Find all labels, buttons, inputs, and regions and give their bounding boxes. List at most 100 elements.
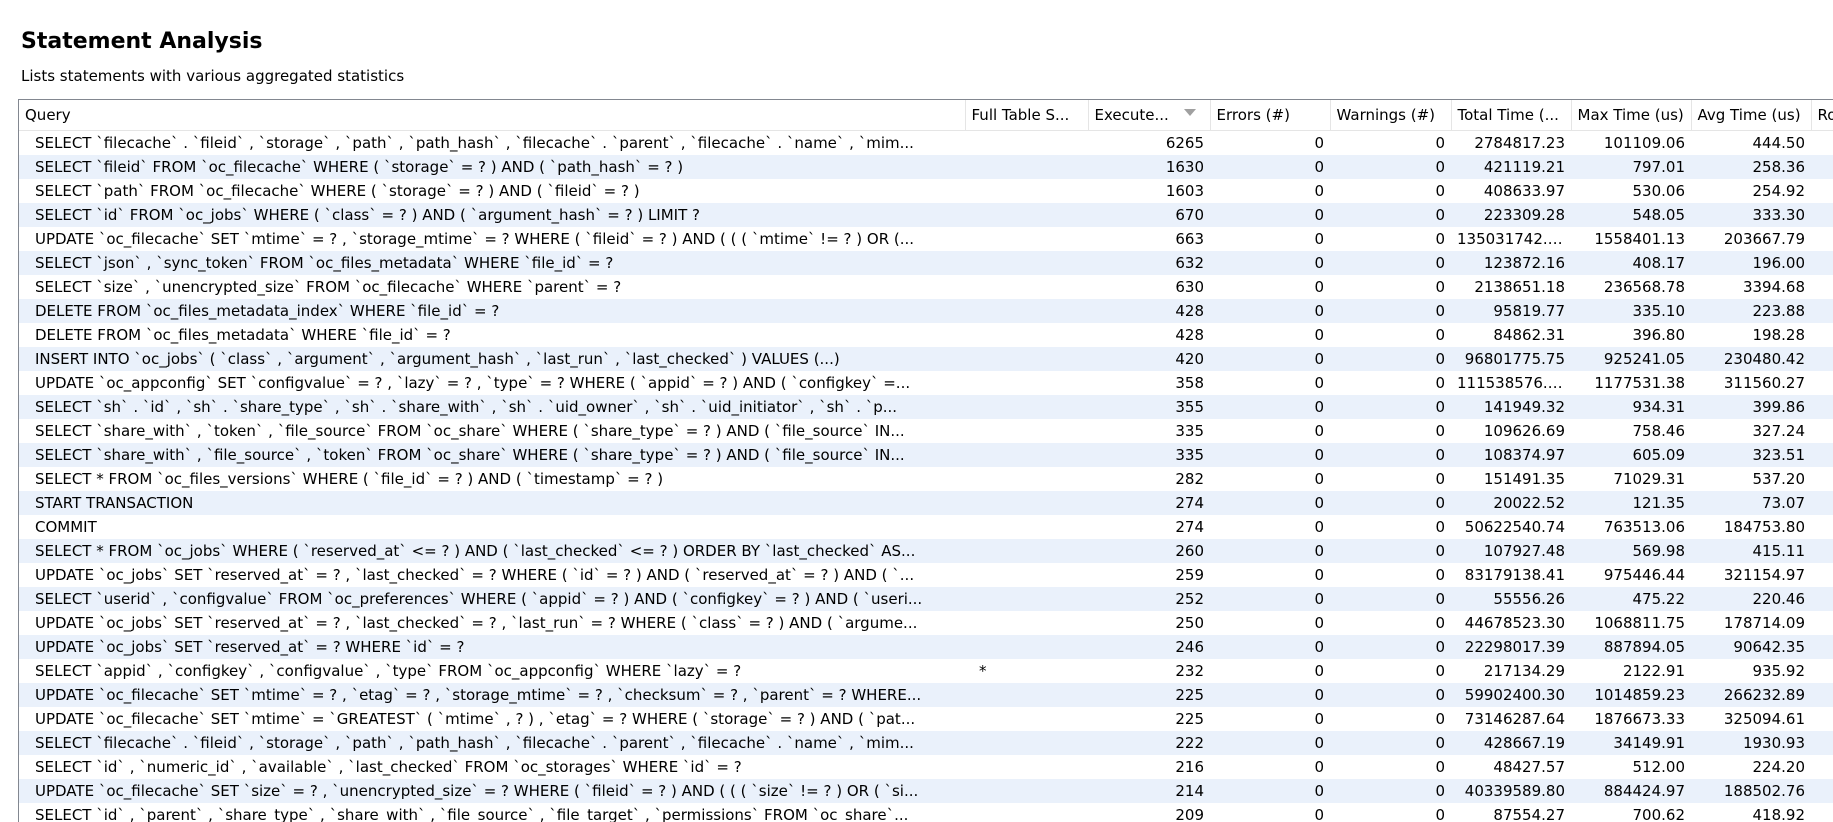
table-row[interactable]: UPDATE `oc_filecache` SET `mtime` = `GRE… (19, 706, 1833, 731)
cell-max-time: 121.35 (1632, 493, 1686, 512)
cell-avg-time: 90642.35 (1733, 637, 1805, 656)
cell-full-table-scan (965, 275, 1088, 299)
cell-avg-time: 203667.79 (1723, 229, 1805, 248)
cell-warnings: 0 (1435, 277, 1445, 296)
cell-errors: 0 (1314, 229, 1324, 248)
column-header-warnings[interactable]: Warnings (#) (1330, 100, 1452, 131)
cell-warnings: 0 (1435, 397, 1445, 416)
column-header-rows[interactable]: Ro (1811, 100, 1833, 131)
cell-executed: 225 (1175, 709, 1204, 728)
column-header-errors[interactable]: Errors (#) (1210, 100, 1331, 131)
table-row[interactable]: SELECT * FROM `oc_files_versions` WHERE … (19, 466, 1833, 491)
cell-avg-time: 223.88 (1752, 301, 1806, 320)
cell-errors: 0 (1314, 325, 1324, 344)
cell-warnings: 0 (1435, 157, 1445, 176)
statement-grid[interactable]: Query Full Table S... Execute... Errors … (18, 99, 1833, 822)
table-row[interactable]: SELECT `userid` , `configvalue` FROM `oc… (19, 586, 1833, 611)
cell-full-table-scan (965, 419, 1088, 443)
cell-executed: 6265 (1165, 133, 1204, 152)
cell-total-time: 223309.28 (1483, 205, 1565, 224)
cell-warnings: 0 (1435, 349, 1445, 368)
cell-avg-time: 415.11 (1752, 541, 1806, 560)
cell-avg-time: 178714.09 (1723, 613, 1805, 632)
table-row[interactable]: SELECT `path` FROM `oc_filecache` WHERE … (19, 178, 1833, 203)
cell-rows (1811, 347, 1833, 371)
cell-errors: 0 (1314, 517, 1324, 536)
column-header-executed[interactable]: Execute... (1088, 100, 1211, 131)
cell-total-time: 96801775.75 (1464, 349, 1565, 368)
cell-executed: 209 (1175, 805, 1204, 822)
column-header-executed-label: Execute... (1094, 105, 1169, 124)
cell-query: SELECT `fileid` FROM `oc_filecache` WHER… (35, 157, 684, 176)
table-row[interactable]: SELECT `appid` , `configkey` , `configva… (19, 658, 1833, 683)
cell-full-table-scan: * (979, 661, 987, 680)
cell-errors: 0 (1314, 805, 1324, 822)
cell-query: SELECT `filecache` . `fileid` , `storage… (35, 733, 914, 752)
table-row[interactable]: SELECT `size` , `unencrypted_size` FROM … (19, 274, 1833, 299)
cell-avg-time: 418.92 (1752, 805, 1806, 822)
table-row[interactable]: SELECT `json` , `sync_token` FROM `oc_fi… (19, 250, 1833, 275)
cell-warnings: 0 (1435, 637, 1445, 656)
cell-errors: 0 (1314, 157, 1324, 176)
table-row[interactable]: SELECT `filecache` . `fileid` , `storage… (19, 730, 1833, 755)
cell-executed: 232 (1175, 661, 1204, 680)
table-row[interactable]: UPDATE `oc_filecache` SET `mtime` = ? , … (19, 682, 1833, 707)
cell-avg-time: 321154.97 (1723, 565, 1805, 584)
table-row[interactable]: DELETE FROM `oc_files_metadata_index` WH… (19, 298, 1833, 323)
cell-errors: 0 (1314, 493, 1324, 512)
table-row[interactable]: SELECT `share_with` , `token` , `file_so… (19, 418, 1833, 443)
cell-max-time: 797.01 (1632, 157, 1686, 176)
cell-total-time: 73146287.64 (1464, 709, 1565, 728)
cell-warnings: 0 (1435, 253, 1445, 272)
cell-rows (1811, 323, 1833, 347)
table-row[interactable]: SELECT `share_with` , `file_source` , `t… (19, 442, 1833, 467)
table-row[interactable]: SELECT `sh` . `id` , `sh` . `share_type`… (19, 394, 1833, 419)
table-row[interactable]: UPDATE `oc_filecache` SET `mtime` = ? , … (19, 226, 1833, 251)
column-header-max-time[interactable]: Max Time (us) (1571, 100, 1692, 131)
cell-query: SELECT `id` , `parent` , `share_type` , … (35, 805, 909, 822)
cell-full-table-scan (965, 515, 1088, 539)
table-row[interactable]: SELECT `id` , `parent` , `share_type` , … (19, 802, 1833, 822)
column-header-full-table-scan[interactable]: Full Table S... (965, 100, 1089, 131)
cell-max-time: 236568.78 (1603, 277, 1685, 296)
table-row[interactable]: SELECT `id` , `numeric_id` , `available`… (19, 754, 1833, 779)
cell-total-time: 135031742.69 (1457, 229, 1567, 248)
column-header-total-time[interactable]: Total Time (... (1451, 100, 1572, 131)
table-row[interactable]: SELECT `id` FROM `oc_jobs` WHERE ( `clas… (19, 202, 1833, 227)
table-row[interactable]: UPDATE `oc_jobs` SET `reserved_at` = ? ,… (19, 562, 1833, 587)
cell-errors: 0 (1314, 445, 1324, 464)
table-row[interactable]: START TRANSACTION 274 0 0 20022.52 121.35 73.0… (19, 490, 1833, 515)
table-row[interactable]: UPDATE `oc_appconfig` SET `configvalue` … (19, 370, 1833, 395)
cell-avg-time: 258.36 (1752, 157, 1806, 176)
cell-max-time: 396.80 (1632, 325, 1686, 344)
column-header-avg-time[interactable]: Avg Time (us) (1691, 100, 1812, 131)
table-row[interactable]: SELECT `filecache` . `fileid` , `storage… (19, 130, 1833, 155)
table-row[interactable]: SELECT * FROM `oc_jobs` WHERE ( `reserve… (19, 538, 1833, 563)
cell-query: UPDATE `oc_filecache` SET `mtime` = `GRE… (35, 709, 916, 728)
cell-query: SELECT `json` , `sync_token` FROM `oc_fi… (35, 253, 614, 272)
cell-rows (1811, 755, 1833, 779)
cell-max-time: 1014859.23 (1594, 685, 1685, 704)
table-row[interactable]: INSERT INTO `oc_jobs` ( `class` , `argum… (19, 346, 1833, 371)
cell-total-time: 428667.19 (1483, 733, 1565, 752)
cell-warnings: 0 (1435, 685, 1445, 704)
table-row[interactable]: DELETE FROM `oc_files_metadata` WHERE `f… (19, 322, 1833, 347)
cell-executed: 335 (1175, 421, 1204, 440)
cell-warnings: 0 (1435, 709, 1445, 728)
cell-max-time: 569.98 (1632, 541, 1686, 560)
cell-errors: 0 (1314, 397, 1324, 416)
table-row[interactable]: COMMIT 274 0 0 50622540.74 763513.06 184753.80 (19, 514, 1833, 539)
table-row[interactable]: UPDATE `oc_jobs` SET `reserved_at` = ? W… (19, 634, 1833, 659)
column-header-query[interactable]: Query (19, 100, 966, 131)
cell-query: UPDATE `oc_filecache` SET `size` = ? , `… (35, 781, 919, 800)
table-row[interactable]: UPDATE `oc_filecache` SET `size` = ? , `… (19, 778, 1833, 803)
table-row[interactable]: SELECT `fileid` FROM `oc_filecache` WHER… (19, 154, 1833, 179)
cell-total-time: 2784817.23 (1474, 133, 1565, 152)
cell-errors: 0 (1314, 733, 1324, 752)
cell-total-time: 123872.16 (1483, 253, 1565, 272)
cell-avg-time: 399.86 (1752, 397, 1806, 416)
cell-full-table-scan (965, 611, 1088, 635)
cell-query: DELETE FROM `oc_files_metadata_index` WH… (35, 301, 500, 320)
cell-rows (1811, 227, 1833, 251)
table-row[interactable]: UPDATE `oc_jobs` SET `reserved_at` = ? ,… (19, 610, 1833, 635)
